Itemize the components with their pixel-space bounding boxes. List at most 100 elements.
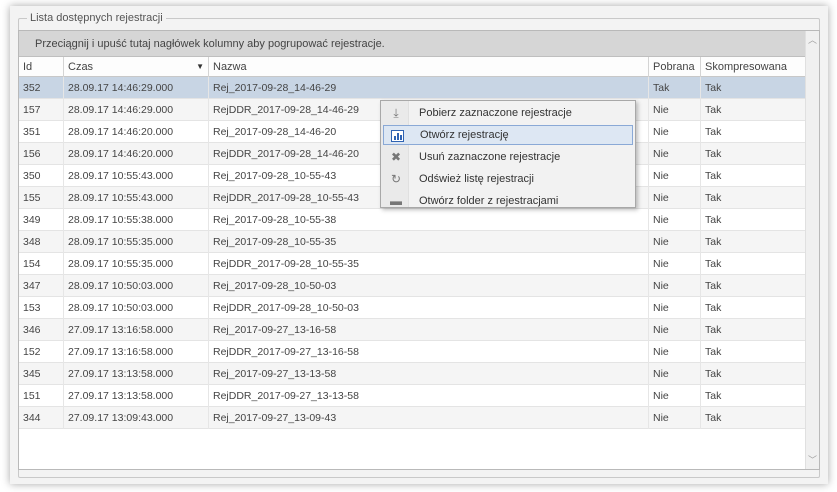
cell-czas: 27.09.17 13:16:58.000 — [64, 319, 209, 341]
menu-item-folder[interactable]: ▬ Otwórz folder z rejestracjami — [383, 191, 633, 211]
cell-czas: 28.09.17 10:55:35.000 — [64, 231, 209, 253]
cell-id: 350 — [19, 165, 64, 187]
cell-czas: 27.09.17 13:09:43.000 — [64, 407, 209, 429]
cell-czas: 28.09.17 14:46:20.000 — [64, 121, 209, 143]
cell-id: 348 — [19, 231, 64, 253]
recordings-grid[interactable]: Przeciągnij i upuść tutaj nagłówek kolum… — [18, 30, 820, 470]
context-menu: ⤓ Pobierz zaznaczone rejestracje Otwórz re… — [380, 100, 636, 208]
table-row[interactable]: 346 27.09.17 13:16:58.000 Rej_2017-09-27_1… — [19, 319, 819, 341]
cell-nazwa: RejDDR_2017-09-27_13-16-58 — [209, 341, 649, 363]
folder-icon: ▬ — [390, 194, 402, 208]
menu-item-refresh[interactable]: ↻ Odśwież listę rejestracji — [383, 169, 633, 189]
scroll-down-arrow-icon[interactable]: ﹀ — [806, 453, 819, 467]
table-row[interactable]: 152 27.09.17 13:16:58.000 RejDDR_2017-09-2… — [19, 341, 819, 363]
cell-czas: 28.09.17 10:55:43.000 — [64, 187, 209, 209]
cell-skompresowana: Tak — [701, 253, 807, 275]
cell-pobrana: Nie — [649, 99, 701, 121]
cell-nazwa: Rej_2017-09-28_10-50-03 — [209, 275, 649, 297]
cell-pobrana: Nie — [649, 297, 701, 319]
cell-id: 349 — [19, 209, 64, 231]
recordings-window: Lista dostępnych rejestracji Przeciągnij… — [10, 6, 828, 484]
cell-id: 155 — [19, 187, 64, 209]
cell-pobrana: Nie — [649, 407, 701, 429]
cell-czas: 27.09.17 13:13:58.000 — [64, 363, 209, 385]
cell-pobrana: Nie — [649, 341, 701, 363]
cell-czas: 28.09.17 14:46:20.000 — [64, 143, 209, 165]
cell-id: 345 — [19, 363, 64, 385]
cell-id: 351 — [19, 121, 64, 143]
cell-nazwa: Rej_2017-09-28_10-55-38 — [209, 209, 649, 231]
menu-item-label: Pobierz zaznaczone rejestracje — [419, 107, 572, 119]
menu-item-label: Odśwież listę rejestracji — [419, 173, 534, 185]
refresh-icon: ↻ — [390, 172, 402, 186]
cell-skompresowana: Tak — [701, 77, 807, 99]
cell-czas: 28.09.17 10:50:03.000 — [64, 275, 209, 297]
cell-skompresowana: Tak — [701, 99, 807, 121]
cell-skompresowana: Tak — [701, 143, 807, 165]
cell-id: 151 — [19, 385, 64, 407]
cell-id: 156 — [19, 143, 64, 165]
cell-czas: 27.09.17 13:13:58.000 — [64, 385, 209, 407]
column-header-id[interactable]: Id — [19, 57, 64, 77]
cell-skompresowana: Tak — [701, 297, 807, 319]
cell-skompresowana: Tak — [701, 187, 807, 209]
table-row[interactable]: 347 28.09.17 10:50:03.000 Rej_2017-09-28_1… — [19, 275, 819, 297]
menu-item-download[interactable]: ⤓ Pobierz zaznaczone rejestracje — [383, 103, 633, 123]
cell-nazwa: Rej_2017-09-28_14-46-29 — [209, 77, 649, 99]
delete-icon: ✖ — [390, 150, 402, 164]
menu-item-label: Usuń zaznaczone rejestracje — [419, 151, 561, 163]
cell-pobrana: Nie — [649, 363, 701, 385]
cell-pobrana: Nie — [649, 385, 701, 407]
table-row[interactable]: 345 27.09.17 13:13:58.000 Rej_2017-09-27_1… — [19, 363, 819, 385]
table-row[interactable]: 153 28.09.17 10:50:03.000 RejDDR_2017-09-2… — [19, 297, 819, 319]
cell-pobrana: Nie — [649, 275, 701, 297]
cell-pobrana: Nie — [649, 231, 701, 253]
menu-item-label: Otwórz folder z rejestracjami — [419, 195, 559, 207]
download-icon: ⤓ — [393, 106, 399, 120]
cell-nazwa: RejDDR_2017-09-27_13-13-58 — [209, 385, 649, 407]
cell-czas: 28.09.17 14:46:29.000 — [64, 77, 209, 99]
cell-skompresowana: Tak — [701, 407, 807, 429]
cell-id: 344 — [19, 407, 64, 429]
cell-id: 152 — [19, 341, 64, 363]
cell-pobrana: Tak — [649, 77, 701, 99]
cell-pobrana: Nie — [649, 319, 701, 341]
table-row[interactable]: 348 28.09.17 10:55:35.000 Rej_2017-09-28_1… — [19, 231, 819, 253]
cell-skompresowana: Tak — [701, 275, 807, 297]
menu-item-chart[interactable]: Otwórz rejestrację — [383, 125, 633, 145]
chart-icon — [389, 127, 405, 143]
table-row[interactable]: 352 28.09.17 14:46:29.000 Rej_2017-09-28_1… — [19, 77, 819, 99]
cell-skompresowana: Tak — [701, 165, 807, 187]
grid-header: Id Czas ▼ Nazwa Pobrana Skompresowana — [19, 57, 819, 77]
cell-pobrana: Nie — [649, 209, 701, 231]
cell-id: 346 — [19, 319, 64, 341]
group-by-panel[interactable]: Przeciągnij i upuść tutaj nagłówek kolum… — [19, 31, 819, 57]
menu-item-delete[interactable]: ✖ Usuń zaznaczone rejestracje — [383, 147, 633, 167]
table-row[interactable]: 154 28.09.17 10:55:35.000 RejDDR_2017-09-2… — [19, 253, 819, 275]
cell-skompresowana: Tak — [701, 341, 807, 363]
cell-pobrana: Nie — [649, 187, 701, 209]
column-header-skompresowana[interactable]: Skompresowana — [701, 57, 807, 77]
cell-nazwa: Rej_2017-09-27_13-13-58 — [209, 363, 649, 385]
column-header-czas-label: Czas — [68, 61, 94, 73]
table-row[interactable]: 349 28.09.17 10:55:38.000 Rej_2017-09-28_1… — [19, 209, 819, 231]
scroll-up-arrow-icon[interactable]: ︿ — [806, 33, 819, 47]
groupbox-title: Lista dostępnych rejestracji — [27, 11, 166, 25]
menu-item-label: Otwórz rejestrację — [420, 129, 509, 141]
cell-pobrana: Nie — [649, 121, 701, 143]
cell-nazwa: Rej_2017-09-28_10-55-35 — [209, 231, 649, 253]
table-row[interactable]: 344 27.09.17 13:09:43.000 Rej_2017-09-27_1… — [19, 407, 819, 429]
vertical-scrollbar[interactable]: ︿ ﹀ — [805, 31, 819, 469]
cell-skompresowana: Tak — [701, 231, 807, 253]
cell-nazwa: RejDDR_2017-09-28_10-55-35 — [209, 253, 649, 275]
cell-nazwa: RejDDR_2017-09-28_10-50-03 — [209, 297, 649, 319]
table-row[interactable]: 151 27.09.17 13:13:58.000 RejDDR_2017-09-2… — [19, 385, 819, 407]
cell-pobrana: Nie — [649, 165, 701, 187]
column-header-nazwa[interactable]: Nazwa — [209, 57, 649, 77]
column-header-pobrana[interactable]: Pobrana — [649, 57, 701, 77]
cell-skompresowana: Tak — [701, 121, 807, 143]
column-header-czas[interactable]: Czas ▼ — [64, 57, 209, 77]
cell-nazwa: Rej_2017-09-27_13-16-58 — [209, 319, 649, 341]
sort-desc-icon: ▼ — [196, 62, 204, 71]
cell-id: 154 — [19, 253, 64, 275]
